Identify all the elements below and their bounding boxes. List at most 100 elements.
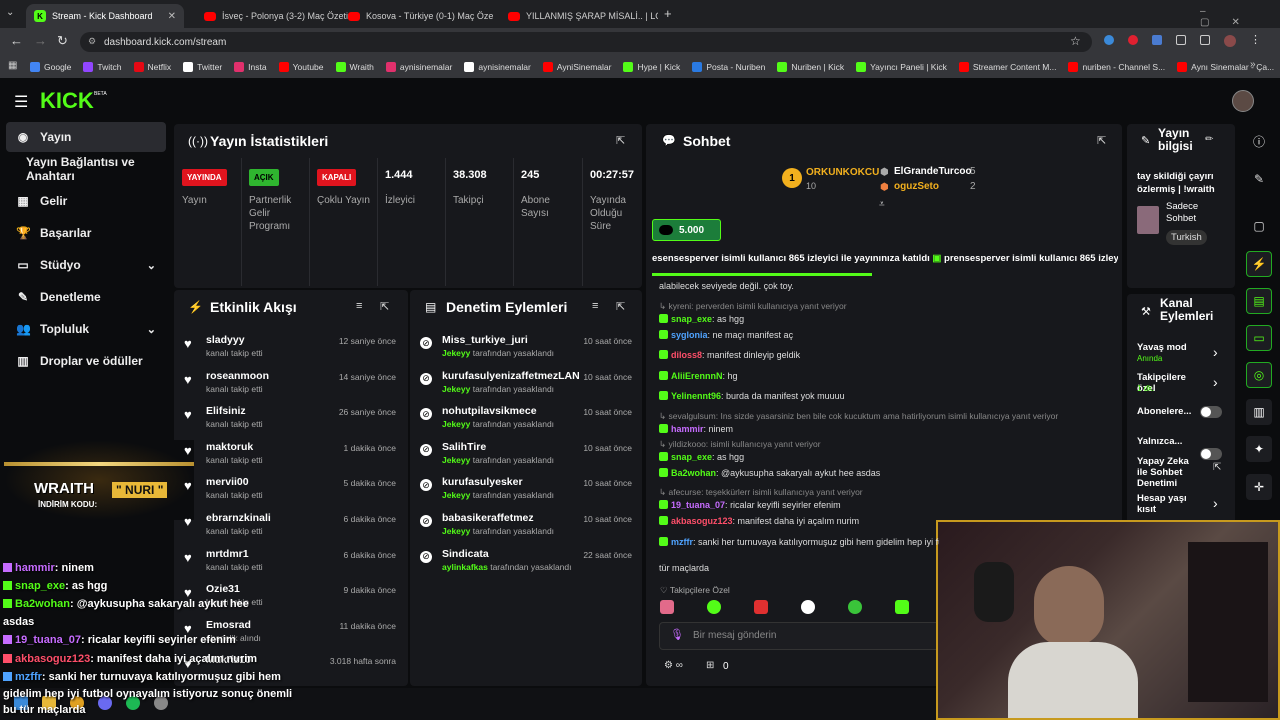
expand-leaderboard-icon[interactable]: ⩡ — [879, 199, 885, 210]
emote-icon[interactable] — [660, 600, 674, 614]
bookmark-item[interactable]: Wraith — [335, 62, 374, 72]
activity-user[interactable]: roseanmoon — [206, 370, 269, 382]
chat-username[interactable]: Ba2wohan — [671, 468, 716, 478]
bookmark-item[interactable]: Twitch — [83, 62, 122, 72]
chevron-right-icon[interactable]: › — [1213, 344, 1218, 360]
activity-user[interactable]: sladyyy — [206, 334, 245, 346]
bookmark-item[interactable]: Insta — [234, 62, 267, 72]
sidebar-item[interactable]: ▭ Stüdyo ⌄ — [6, 250, 166, 280]
chevron-right-icon[interactable]: › — [1213, 495, 1218, 511]
browser-tab[interactable]: YILLANMIŞ ŞARAP MİSALİ.. | LO✕ — [500, 4, 658, 28]
bookmark-item[interactable]: Yayıncı Paneli | Kick — [856, 62, 947, 72]
emote-icon[interactable] — [848, 600, 862, 614]
chat-username[interactable]: diloss8 — [671, 350, 702, 360]
activity-user[interactable]: Ozie31 — [206, 583, 240, 595]
media-icon[interactable] — [1200, 35, 1210, 45]
moderator-name[interactable]: Jekeyy — [442, 490, 470, 500]
apps-grid-icon[interactable]: ▦ — [8, 60, 17, 71]
leader-name[interactable]: ElGrandeTurcoo — [894, 166, 972, 177]
leader-name[interactable]: ORKUNKOKCU — [806, 167, 879, 178]
url-field[interactable]: dashboard.kick.com/stream — [80, 32, 1092, 52]
sidebar-item[interactable]: ▥ Droplar ve ödüller — [6, 346, 166, 376]
edit-icon[interactable]: ✎ — [1246, 166, 1272, 192]
bookmark-star-icon[interactable]: ☆ — [1070, 34, 1081, 48]
emote-icon[interactable] — [895, 600, 909, 614]
kick-bolt-icon[interactable]: ⚡ — [1246, 251, 1272, 277]
bookmarks-overflow-icon[interactable]: » — [1250, 59, 1256, 70]
document-icon[interactable]: ▤ — [1246, 288, 1272, 314]
chat-settings-icon[interactable]: ⚙ ∞ — [664, 660, 683, 671]
moderator-name[interactable]: Jekeyy — [442, 419, 470, 429]
screen-icon[interactable]: ▢ — [1246, 213, 1272, 239]
sidebar-item[interactable]: ✎ Denetleme — [6, 282, 166, 312]
popout-icon[interactable]: ⇱ — [616, 134, 625, 147]
extension-icon[interactable] — [1128, 35, 1138, 45]
activity-user[interactable]: maktoruk — [206, 441, 253, 453]
chevron-right-icon[interactable]: › — [1213, 374, 1218, 390]
sidebar-item[interactable]: 🏆 Başarılar — [6, 218, 166, 248]
kicks-badge[interactable]: 5.000 — [652, 219, 721, 241]
activity-user[interactable]: mervii00 — [206, 476, 249, 488]
category-name[interactable]: Sadece Sohbet — [1166, 201, 1222, 225]
edit-icon[interactable]: ✏ — [1205, 134, 1213, 145]
bookmark-item[interactable]: Netflix — [133, 62, 171, 72]
browser-tab[interactable]: Kosova - Türkiye (0-1) Maç Öze✕ — [340, 4, 498, 28]
activity-user[interactable]: Emosrad — [206, 619, 251, 631]
chat-username[interactable]: snap_exe — [671, 452, 712, 462]
chat-bubble-icon[interactable]: ▭ — [1246, 325, 1272, 351]
bookmark-item[interactable]: Twitter — [183, 62, 222, 72]
emote-icon[interactable] — [707, 600, 721, 614]
chat-username[interactable]: hammir — [671, 424, 704, 434]
browser-tab[interactable]: K Stream - Kick Dashboard ✕ — [26, 4, 184, 28]
chat-username[interactable]: mzffr — [671, 537, 693, 547]
extensions-puzzle-icon[interactable] — [1176, 35, 1186, 45]
new-tab-button[interactable]: + — [664, 6, 672, 21]
emote-icon[interactable] — [801, 600, 815, 614]
moderator-name[interactable]: Jekeyy — [442, 526, 470, 536]
toggle-switch[interactable] — [1200, 448, 1222, 460]
activity-user[interactable]: ebrarnzkinali — [206, 512, 271, 524]
broadcast-icon[interactable]: ◎ — [1246, 362, 1272, 388]
bookmark-item[interactable]: Youtube — [278, 62, 324, 72]
close-tab-icon[interactable]: ✕ — [168, 11, 176, 22]
forward-icon[interactable]: → — [34, 33, 47, 48]
moderator-name[interactable]: Jekeyy — [442, 348, 470, 358]
chat-username[interactable]: Yelinennt96 — [671, 391, 721, 401]
bookmark-item[interactable]: nuriben - Channel S... — [1068, 62, 1165, 72]
moderator-name[interactable]: Jekeyy — [442, 384, 470, 394]
bookmark-item[interactable]: Streamer Content M... — [958, 62, 1056, 72]
emote-icon[interactable] — [754, 600, 768, 614]
chat-username[interactable]: akbasoguz123 — [671, 516, 733, 526]
reload-icon[interactable]: ↻ — [57, 33, 68, 49]
toggle-switch[interactable] — [1200, 406, 1222, 418]
bookmark-item[interactable]: Posta - Nuriben — [692, 62, 765, 72]
chat-username[interactable]: syglonia — [671, 330, 708, 340]
info-icon[interactable]: ⓘ — [1246, 128, 1272, 154]
external-link-icon[interactable]: ⇱ — [1213, 462, 1221, 473]
bookmark-item[interactable]: aynisinemalar — [464, 62, 531, 72]
extension-icon[interactable] — [1104, 35, 1114, 45]
menu-kebab-icon[interactable]: ⋮ — [1250, 35, 1261, 47]
tab-search-icon[interactable]: ⌄ — [6, 7, 14, 18]
bookmark-item[interactable]: Hype | Kick — [623, 62, 680, 72]
microphone-icon[interactable]: 🎙 — [670, 628, 684, 641]
sidebar-item[interactable]: ▦ Gelir — [6, 186, 166, 216]
bookmark-item[interactable]: Nuriben | Kick — [777, 62, 844, 72]
filter-icon[interactable]: ≡ — [356, 300, 362, 312]
popout-icon[interactable]: ⇱ — [616, 300, 625, 313]
activity-user[interactable]: mrtdmr1 — [206, 548, 249, 560]
popout-icon[interactable]: ⇱ — [380, 300, 389, 313]
activity-user[interactable]: Elifsiniz — [206, 405, 246, 417]
site-info-icon[interactable]: ⚙ — [88, 36, 96, 47]
chat-username[interactable]: snap_exe — [671, 314, 712, 324]
window-controls[interactable]: –▢✕ — [1200, 6, 1280, 28]
sidebar-item[interactable]: ◉ Yayın — [6, 122, 166, 152]
wrench-icon[interactable]: ✦ — [1246, 436, 1272, 462]
profile-avatar[interactable] — [1224, 35, 1236, 47]
moderator-name[interactable]: aylinkafkas — [442, 562, 488, 572]
filter-icon[interactable]: ≡ — [592, 300, 598, 312]
kick-logo[interactable]: KICK — [40, 88, 94, 114]
bookmark-item[interactable]: Aynı Sinemalar - Ça... — [1177, 62, 1274, 72]
bookmark-item[interactable]: Google — [30, 62, 71, 72]
chat-username[interactable]: AliiErennnN — [671, 371, 723, 381]
